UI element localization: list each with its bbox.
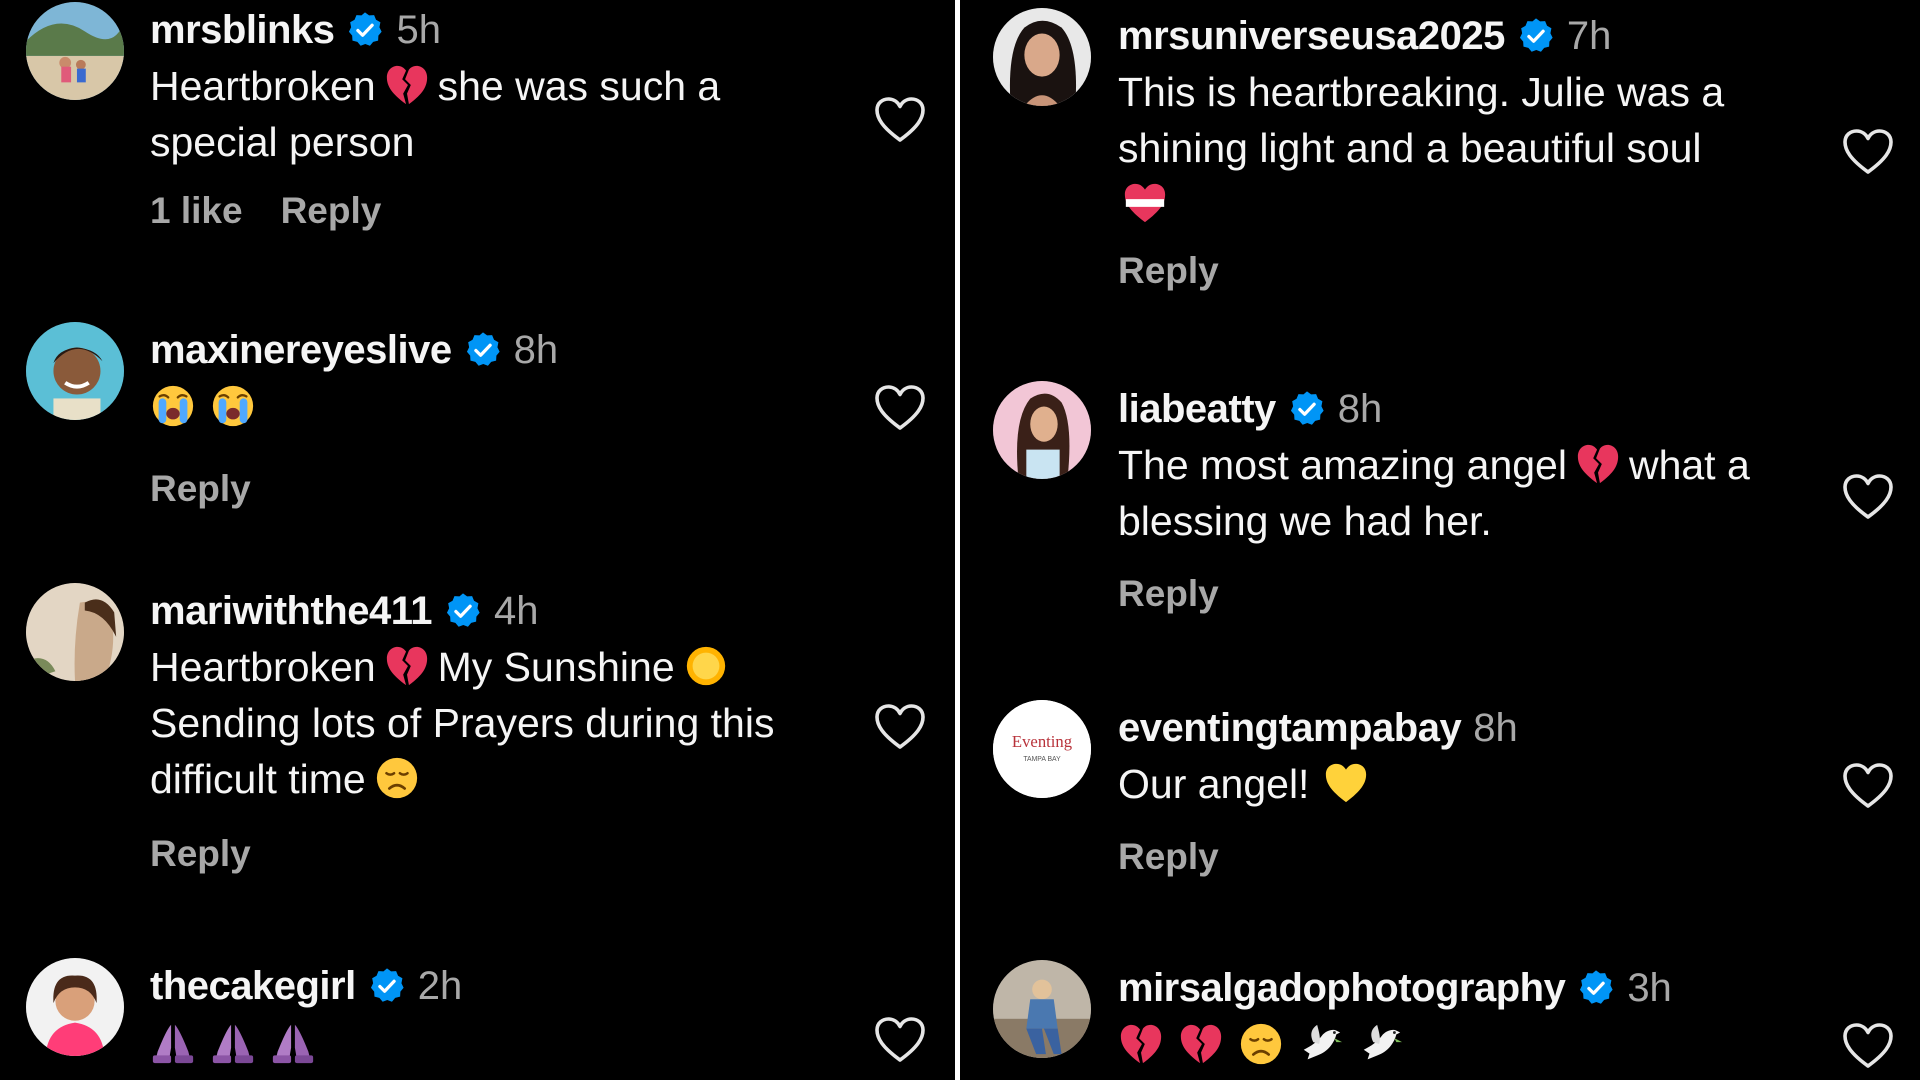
like-heart-icon[interactable] [874, 703, 926, 751]
timestamp: 3h [1627, 966, 1672, 1010]
verified-badge-icon [1577, 969, 1615, 1007]
text-part: blessing we had her. [1118, 498, 1492, 544]
comment-text: Heartbroken she was such a special person [150, 58, 835, 170]
reply-button[interactable]: Reply [1118, 836, 1219, 878]
folded-hands-icon [150, 1019, 196, 1065]
yellow-heart-icon [1323, 760, 1369, 806]
timestamp: 2h [417, 964, 463, 1008]
broken-heart-icon [1178, 1021, 1224, 1067]
like-heart-icon[interactable] [1842, 473, 1894, 521]
like-count[interactable]: 1 like [150, 190, 243, 232]
comment-emoji-row [150, 378, 835, 434]
comment-text: Heartbroken My Sunshine Sending lots of P… [150, 639, 835, 807]
comments-column-left: mrsblinks 5h Heartbroken she was such a s… [0, 0, 955, 1080]
disappointed-face-icon [374, 755, 420, 801]
logo-subtext: TAMPA BAY [1023, 756, 1061, 763]
comment-text: The most amazing angel what a blessing we… [1118, 437, 1800, 549]
broken-heart-icon [384, 62, 430, 108]
broken-heart-icon [1575, 441, 1621, 487]
timestamp: 4h [494, 589, 539, 633]
like-heart-icon[interactable] [874, 96, 926, 144]
heart-ribbon-icon [1122, 180, 1168, 226]
folded-hands-icon [210, 1019, 256, 1065]
reply-button[interactable]: Reply [150, 833, 251, 875]
username[interactable]: eventingtampabay [1118, 700, 1462, 756]
timestamp: 8h [1337, 387, 1383, 431]
timestamp: 5h [396, 8, 441, 52]
text-part: Heartbroken [150, 63, 376, 109]
avatar[interactable] [993, 960, 1091, 1058]
text-part: Sending lots of Prayers during this [150, 700, 775, 746]
sun-icon [683, 643, 729, 689]
avatar[interactable] [26, 2, 124, 100]
timestamp: 8h [1473, 706, 1518, 750]
crying-face-icon [210, 383, 256, 429]
like-heart-icon[interactable] [1842, 762, 1894, 810]
disappointed-face-icon [1238, 1021, 1284, 1067]
text-part: This is heartbreaking. Julie was a [1118, 69, 1725, 115]
verified-badge-icon [464, 331, 502, 369]
avatar[interactable]: Eventing TAMPA BAY [993, 700, 1091, 798]
username[interactable]: mrsuniverseusa2025 [1118, 8, 1505, 64]
username[interactable]: mrsblinks [150, 2, 335, 58]
folded-hands-icon [270, 1019, 316, 1065]
timestamp: 7h [1566, 14, 1612, 58]
comment-text: This is heartbreaking. Julie was a shini… [1118, 64, 1800, 232]
avatar[interactable] [26, 583, 124, 681]
verified-badge-icon [346, 11, 384, 49]
text-part: special person [150, 119, 415, 165]
like-heart-icon[interactable] [1842, 128, 1894, 176]
like-heart-icon[interactable] [1842, 1022, 1894, 1070]
verified-badge-icon [444, 592, 482, 630]
text-part: shining light and a beautiful soul [1118, 125, 1702, 171]
reply-button[interactable]: Reply [150, 468, 251, 510]
verified-badge-icon [1517, 17, 1555, 55]
username[interactable]: liabeatty [1118, 381, 1276, 437]
timestamp: 8h [513, 328, 559, 372]
like-heart-icon[interactable] [874, 1016, 926, 1064]
broken-heart-icon [1118, 1021, 1164, 1067]
comment-emoji-row [1118, 1016, 1800, 1072]
like-heart-icon[interactable] [874, 384, 926, 432]
text-part: Heartbroken [150, 644, 376, 690]
dove-icon [1358, 1021, 1404, 1067]
avatar[interactable] [26, 322, 124, 420]
crying-face-icon [150, 383, 196, 429]
username[interactable]: mirsalgadophotography [1118, 960, 1566, 1016]
username[interactable]: thecakegirl [150, 958, 356, 1014]
comment-text: Our angel! [1118, 756, 1800, 812]
username[interactable]: maxinereyeslive [150, 322, 452, 378]
text-part: she was such a [437, 63, 721, 109]
verified-badge-icon [368, 967, 406, 1005]
comment-emoji-row [150, 1014, 835, 1070]
avatar[interactable] [993, 8, 1091, 106]
text-part: Our angel! [1118, 761, 1310, 807]
reply-button[interactable]: Reply [1118, 250, 1219, 292]
text-part: difficult time [150, 756, 366, 802]
verified-badge-icon [1288, 390, 1326, 428]
dove-icon [1298, 1021, 1344, 1067]
reply-button[interactable]: Reply [1118, 573, 1219, 615]
broken-heart-icon [384, 643, 430, 689]
comments-column-right: mrsuniverseusa2025 7h This is heartbreak… [960, 0, 1920, 1080]
logo-text: Eventing [1012, 732, 1073, 751]
avatar[interactable] [26, 958, 124, 1056]
reply-button[interactable]: Reply [281, 190, 382, 232]
avatar[interactable] [993, 381, 1091, 479]
text-part: what a [1628, 442, 1750, 488]
text-part: The most amazing angel [1118, 442, 1567, 488]
text-part: My Sunshine [437, 644, 675, 690]
username[interactable]: mariwiththe411 [150, 583, 433, 639]
